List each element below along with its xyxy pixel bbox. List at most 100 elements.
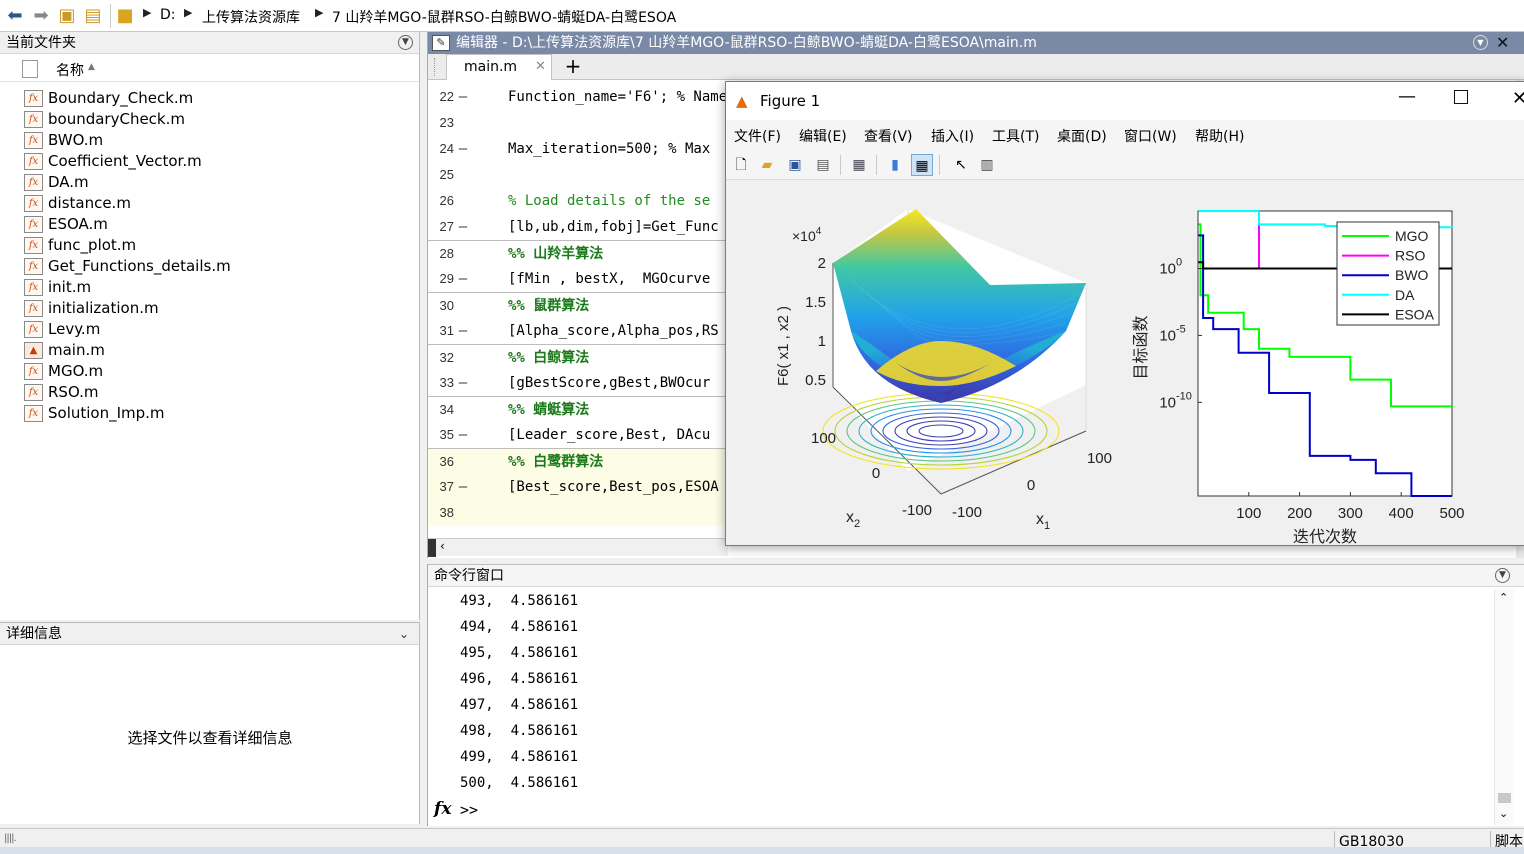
save-icon[interactable]: ▣	[784, 154, 806, 176]
tab-main-m[interactable]: main.m ✕	[446, 54, 552, 80]
editor-menu-icon[interactable]: ▼	[1473, 35, 1488, 50]
chevron-down-icon[interactable]: ⌄	[399, 623, 409, 645]
figure-menu-item[interactable]: 查看(V)	[864, 126, 913, 146]
horizontal-scrollbar[interactable]: ‹	[428, 538, 728, 557]
back-arrow-icon[interactable]: ⬅	[4, 6, 26, 26]
code-line[interactable]: 26 % Load details of the se	[428, 188, 728, 214]
file-item[interactable]: fx Coefficient_Vector.m	[0, 151, 420, 172]
figure-menu-item[interactable]: 桌面(D)	[1057, 126, 1107, 146]
code-line[interactable]: 36 %% 白鹭群算法	[428, 448, 728, 474]
code-line[interactable]: 35— [Leader_score,Best, DAcu	[428, 422, 728, 448]
column-name-header[interactable]: 名称	[56, 60, 84, 80]
scroll-down-icon[interactable]: ⌄	[1499, 807, 1508, 820]
figure-menu-item[interactable]: 编辑(E)	[799, 126, 847, 146]
file-item[interactable]: fx BWO.m	[0, 130, 420, 151]
file-item[interactable]: fx ESOA.m	[0, 214, 420, 235]
code-line[interactable]: 34 %% 蜻蜓算法	[428, 396, 728, 422]
x1-tick-label: -100	[952, 504, 982, 521]
code-text: [gBestScore,gBest,BWOcur	[508, 375, 711, 391]
function-browser-icon[interactable]: fx	[434, 799, 451, 819]
plot-tools-icon[interactable]: ▥	[976, 154, 998, 176]
open-file-icon[interactable]: ▰	[756, 154, 778, 176]
code-line[interactable]: 32 %% 白鲸算法	[428, 344, 728, 370]
scroll-up-icon[interactable]: ⌃	[1499, 591, 1508, 604]
file-item[interactable]: fx boundaryCheck.m	[0, 109, 420, 130]
breakpoint-marker[interactable]: —	[456, 422, 470, 448]
file-item[interactable]: fx DA.m	[0, 172, 420, 193]
code-line[interactable]: 31— [Alpha_score,Alpha_pos,RS	[428, 318, 728, 344]
breadcrumb-current-folder[interactable]: 7 山羚羊MGO-鼠群RSO-白鲸BWO-蜻蜓DA-白鹭ESOA	[332, 7, 676, 27]
scroll-thumb[interactable]	[1498, 793, 1511, 803]
breakpoint-marker[interactable]: —	[456, 136, 470, 162]
file-item[interactable]: fx MGO.m	[0, 361, 420, 382]
file-list: fx Boundary_Check.m fx boundaryCheck.m fx BWO…	[0, 88, 420, 424]
browse-folder-icon[interactable]: ▤	[82, 6, 104, 26]
file-item[interactable]: fx RSO.m	[0, 382, 420, 403]
breakpoint-marker[interactable]: —	[456, 318, 470, 344]
link-plot-icon[interactable]: ▦	[848, 154, 870, 176]
code-line[interactable]: 23	[428, 110, 728, 136]
code-line[interactable]: 33— [gBestScore,gBest,BWOcur	[428, 370, 728, 396]
code-line[interactable]: 25	[428, 162, 728, 188]
forward-arrow-icon[interactable]: ➡	[30, 6, 52, 26]
figure-menu-item[interactable]: 窗口(W)	[1124, 126, 1177, 146]
panel-menu-icon[interactable]: ▼	[398, 35, 413, 50]
legend-icon[interactable]: ▦	[911, 154, 933, 176]
x-tick-label: 500	[1439, 505, 1464, 522]
pointer-icon[interactable]: ↖	[950, 154, 972, 176]
code-line[interactable]: 24— Max_iteration=500; % Max	[428, 136, 728, 162]
legend-label: BWO	[1395, 267, 1429, 283]
file-item[interactable]: fx initialization.m	[0, 298, 420, 319]
breakpoint-marker[interactable]: —	[456, 266, 470, 292]
file-item[interactable]: fx init.m	[0, 277, 420, 298]
command-prompt[interactable]: >>	[460, 801, 478, 819]
file-item[interactable]: fx Levy.m	[0, 319, 420, 340]
breadcrumb-drive[interactable]: D:	[160, 7, 176, 23]
code-line[interactable]: 29— [fMin , bestX, MGOcurve	[428, 266, 728, 292]
line-number: 31	[439, 323, 454, 338]
breakpoint-marker[interactable]: —	[456, 474, 470, 500]
file-item[interactable]: fx func_plot.m	[0, 235, 420, 256]
print-icon[interactable]: ▤	[812, 154, 834, 176]
figure-menu-item[interactable]: 工具(T)	[992, 126, 1039, 146]
maximize-icon[interactable]	[1454, 90, 1468, 104]
file-item[interactable]: ▲ main.m	[0, 340, 420, 361]
file-name: init.m	[48, 278, 92, 296]
breadcrumb-folder[interactable]: 上传算法资源库	[202, 7, 300, 27]
breakpoint-marker[interactable]: —	[456, 84, 470, 110]
breakpoint-marker[interactable]: —	[456, 370, 470, 396]
new-figure-icon[interactable]: 🗋	[730, 154, 752, 176]
new-tab-icon[interactable]: +	[558, 54, 588, 80]
line-number: 30	[439, 298, 454, 313]
code-line[interactable]: 37— [Best_score,Best_pos,ESOA	[428, 474, 728, 500]
figure-menu-item[interactable]: 文件(F)	[734, 126, 781, 146]
sort-ascending-icon: ▲	[88, 62, 95, 72]
panel-menu-icon[interactable]: ▼	[1495, 568, 1510, 583]
code-line[interactable]: 28 %% 山羚羊算法	[428, 240, 728, 266]
scroll-left-icon[interactable]: ‹	[440, 539, 445, 553]
code-line[interactable]: 38	[428, 500, 728, 526]
figure-canvas[interactable]: 0.511.52×104F6( x1 , x2 )1000-100 -100010…	[726, 181, 1524, 545]
file-item[interactable]: fx Boundary_Check.m	[0, 88, 420, 109]
close-icon[interactable]: ✕	[1512, 88, 1524, 109]
file-name: distance.m	[48, 194, 131, 212]
panel-title: 命令行窗口	[434, 568, 504, 584]
code-line[interactable]: 22— Function_name='F6'; % Name	[428, 84, 728, 110]
file-item[interactable]: fx Get_Functions_details.m	[0, 256, 420, 277]
close-icon[interactable]: ✕	[1496, 32, 1509, 54]
folder-up-icon[interactable]: ▣	[56, 6, 78, 26]
figure-menu-item[interactable]: 插入(I)	[931, 126, 974, 146]
code-area[interactable]: 22— Function_name='F6'; % Name 23 24— Max_it…	[428, 84, 728, 538]
figure-menu-item[interactable]: 帮助(H)	[1195, 126, 1244, 146]
file-item[interactable]: fx Solution_Imp.m	[0, 403, 420, 424]
code-line[interactable]: 30 %% 鼠群算法	[428, 292, 728, 318]
code-line[interactable]: 27— [lb,ub,dim,fobj]=Get_Func	[428, 214, 728, 240]
breakpoint-marker[interactable]: —	[456, 214, 470, 240]
file-item[interactable]: fx distance.m	[0, 193, 420, 214]
vertical-scrollbar[interactable]: ⌃ ⌄	[1494, 589, 1514, 825]
minimize-icon[interactable]: —	[1398, 86, 1416, 107]
x2-tick-label: 0	[872, 465, 880, 482]
colorbar-icon[interactable]: ▮	[884, 154, 906, 176]
tab-close-icon[interactable]: ✕	[535, 59, 546, 74]
breadcrumb-separator-icon: ▶	[184, 6, 193, 19]
